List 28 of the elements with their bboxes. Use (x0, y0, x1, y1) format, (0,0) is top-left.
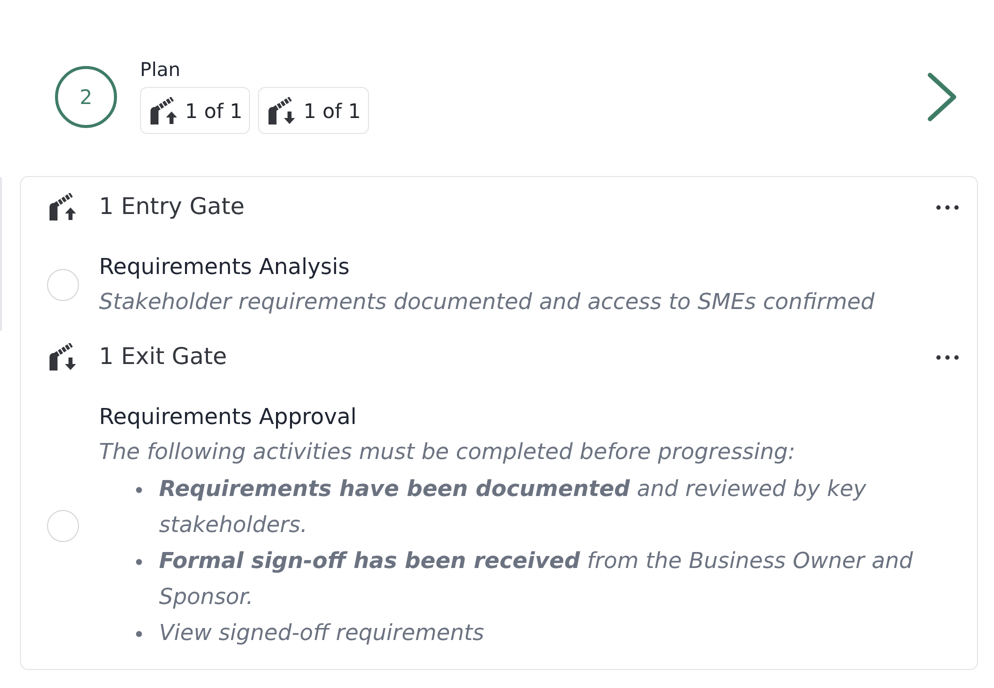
activity-description: Stakeholder requirements documented and access to SMEs confirmed (99, 289, 876, 317)
barrier-up-arrow-icon (148, 96, 178, 124)
activity-title: Requirements Analysis (99, 254, 351, 282)
gate-title: 1 Entry Gate (99, 194, 245, 220)
gate-title: 1 Exit Gate (99, 344, 227, 370)
checklist-text: View signed-off requirements (159, 620, 484, 648)
step-number-badge: 2 (55, 66, 117, 128)
checklist-text: Requirements have been documented and reviewed by key stakeholders. (159, 476, 868, 540)
barrier-down-arrow-icon (266, 96, 296, 124)
gate-count-text: 1 of 1 (303, 98, 361, 122)
next-button[interactable] (927, 72, 957, 122)
bullet-icon (136, 487, 142, 493)
more-icon (936, 354, 959, 360)
activity-description: The following activities must be completed before progressing: (99, 439, 796, 467)
more-icon (936, 204, 959, 210)
barrier-down-arrow-icon (47, 343, 77, 371)
step-title: Plan (140, 59, 180, 81)
completion-checkbox[interactable] (47, 269, 79, 301)
bullet-icon (136, 631, 142, 637)
bullet-icon (136, 559, 142, 565)
activity-title: Requirements Approval (99, 404, 358, 432)
chevron-right-icon (927, 72, 957, 122)
more-button[interactable] (936, 354, 959, 360)
completion-checkbox[interactable] (47, 510, 79, 542)
checklist-text: Formal sign-off has been received from the Business Owner and Sponsor. (159, 548, 914, 612)
more-button[interactable] (936, 204, 959, 210)
gate-count-text: 1 of 1 (185, 98, 242, 122)
barrier-up-arrow-icon (47, 193, 77, 221)
